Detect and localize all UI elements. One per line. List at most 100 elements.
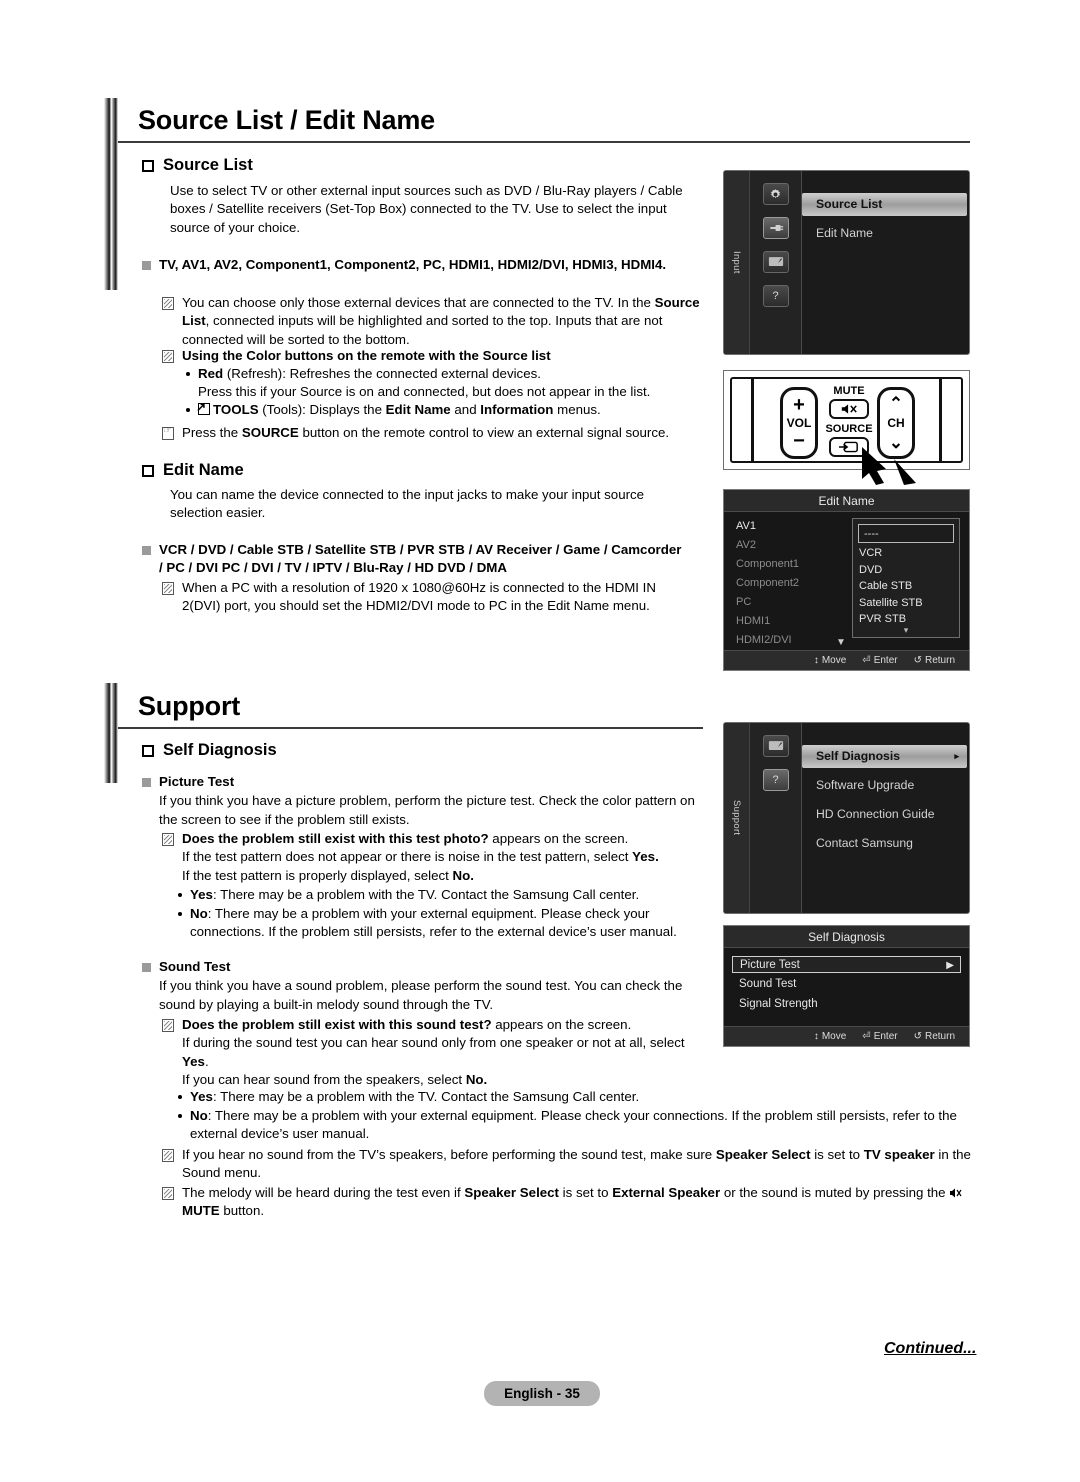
source-label: SOURCE bbox=[825, 423, 873, 435]
devices-heading-label: VCR / DVD / Cable STB / Satellite STB / … bbox=[159, 542, 682, 576]
bullet-tools-b1: Edit Name bbox=[385, 402, 451, 417]
setup-icon[interactable] bbox=[762, 251, 789, 273]
picture-note-bold: Does the problem still exist with this t… bbox=[182, 831, 489, 846]
note1-text-a: You can choose only those external devic… bbox=[182, 295, 655, 310]
osd-support-tab-label: Support bbox=[731, 800, 742, 836]
sound-no-bold: No bbox=[190, 1108, 208, 1123]
osd-edit-name-dialog[interactable]: Edit Name AV1 AV2 Component1 Component2 … bbox=[723, 489, 970, 671]
osd-support-menu[interactable]: Support ? Self Diagnosis ▸ Software Upgr… bbox=[723, 722, 970, 914]
plug-icon[interactable] bbox=[762, 217, 789, 239]
section-heading-source-list: Source List bbox=[142, 156, 253, 175]
chapter-bar-support bbox=[104, 683, 118, 783]
sd-row-sound-test[interactable]: Sound Test bbox=[732, 976, 961, 993]
remote-left-edge bbox=[751, 379, 754, 461]
mel-e: or the sound is muted by pressing the bbox=[720, 1185, 950, 1200]
osd-input-tab-label: Input bbox=[731, 251, 742, 274]
edit-name-input-pc[interactable]: PC bbox=[736, 596, 846, 608]
edit-name-note-text: When a PC with a resolution of 1920 x 10… bbox=[182, 580, 656, 614]
section-heading-self-diagnosis: Self Diagnosis bbox=[142, 741, 277, 760]
gear-icon[interactable] bbox=[762, 183, 789, 205]
square-bullet-icon bbox=[142, 546, 151, 555]
osd-item-edit-name[interactable]: Edit Name bbox=[802, 222, 969, 245]
mel-d: External Speaker bbox=[612, 1185, 721, 1200]
note-icon bbox=[162, 582, 174, 595]
bullet-red-line2: Press this if your Source is on and conn… bbox=[198, 384, 651, 400]
picture-yes-bold: Yes bbox=[190, 887, 213, 902]
note1-text-c: , connected inputs will be highlighted a… bbox=[182, 313, 663, 347]
osd-input-menu[interactable]: Input ? Source List Edit Name bbox=[723, 170, 970, 355]
edit-name-value-field[interactable]: ---- bbox=[858, 524, 954, 543]
note-icon bbox=[162, 1149, 174, 1162]
spk-c: is set to bbox=[810, 1147, 864, 1162]
question-icon[interactable]: ? bbox=[762, 769, 789, 791]
edit-name-note: When a PC with a resolution of 1920 x 10… bbox=[162, 579, 697, 616]
checkbox-bullet-icon bbox=[142, 160, 154, 172]
volume-rocker[interactable]: + VOL − bbox=[780, 387, 818, 459]
options-scroll-down-icon[interactable]: ▾ bbox=[853, 625, 959, 636]
page-title-support: Support bbox=[138, 691, 241, 721]
edit-name-option-vcr[interactable]: VCR bbox=[853, 545, 959, 562]
chapter-bar-source-list bbox=[104, 98, 118, 290]
dot-bullet-icon bbox=[178, 893, 182, 897]
edit-name-input-av2[interactable]: AV2 bbox=[736, 539, 846, 551]
sd-row-picture-test-label: Picture Test bbox=[740, 959, 800, 971]
picture-note-l2a: If the test pattern does not appear or t… bbox=[182, 849, 633, 865]
sd-row-signal-strength[interactable]: Signal Strength bbox=[732, 996, 961, 1013]
sound-note-l3b: No. bbox=[465, 1072, 488, 1088]
bullet-tools-b2: Information bbox=[480, 402, 554, 417]
move-label: Move bbox=[821, 1031, 847, 1042]
return-label: Return bbox=[924, 1031, 955, 1042]
edit-name-input-component1[interactable]: Component1 bbox=[736, 558, 846, 570]
edit-name-input-av1[interactable]: AV1 bbox=[736, 520, 846, 532]
bullet-tools-and: and bbox=[450, 402, 481, 417]
question-icon[interactable]: ? bbox=[762, 285, 789, 307]
note-icon bbox=[162, 1019, 174, 1032]
osd-support-items: Self Diagnosis ▸ Software Upgrade HD Con… bbox=[802, 723, 969, 913]
sd-row-picture-test[interactable]: Picture Test ▶ bbox=[732, 956, 961, 973]
mute-icon bbox=[949, 1186, 962, 1198]
enter-label: Enter bbox=[873, 1031, 898, 1042]
edit-name-option-satellite-stb[interactable]: Satellite STB bbox=[853, 595, 959, 612]
ch-label: CH bbox=[887, 416, 905, 430]
sound-test-no: No: There may be a problem with your ext… bbox=[178, 1107, 978, 1144]
osd-input-items: Source List Edit Name bbox=[802, 171, 969, 354]
mel-f: MUTE bbox=[182, 1203, 220, 1219]
setup-icon[interactable] bbox=[762, 735, 789, 757]
ch-up-label: ⌃ bbox=[888, 394, 904, 413]
square-bullet-icon bbox=[142, 963, 151, 972]
edit-name-option-dvd[interactable]: DVD bbox=[853, 562, 959, 579]
section-heading-label: Edit Name bbox=[163, 461, 244, 479]
remote-control-graphic: + VOL − MUTE SOURCE ⌃ CH ⌄ bbox=[723, 370, 970, 485]
osd-item-source-list[interactable]: Source List bbox=[802, 193, 967, 216]
source-list-body: Use to select TV or other external input… bbox=[170, 183, 683, 235]
dot-bullet-icon bbox=[186, 408, 190, 412]
continued-label: Continued... bbox=[884, 1340, 977, 1357]
hand-text-c: button on the remote control to view an … bbox=[298, 425, 670, 440]
return-label: Return bbox=[924, 655, 955, 666]
osd-edit-name-footer: ↕ Move ⏎ Enter ↺ Return bbox=[724, 650, 969, 670]
edit-name-option-cable-stb[interactable]: Cable STB bbox=[853, 578, 959, 595]
sound-note-l2c: . bbox=[204, 1053, 209, 1069]
osd-item-software-upgrade[interactable]: Software Upgrade bbox=[802, 774, 969, 797]
sound-note-bold: Does the problem still exist with this s… bbox=[182, 1017, 492, 1032]
osd-item-contact-samsung[interactable]: Contact Samsung bbox=[802, 832, 969, 855]
note-icon bbox=[162, 350, 174, 363]
osd-self-diagnosis-dialog[interactable]: Self Diagnosis Picture Test ▶ Sound Test… bbox=[723, 925, 970, 1047]
scroll-down-icon[interactable]: ▼ bbox=[836, 637, 846, 648]
mute-button[interactable] bbox=[829, 399, 869, 419]
osd-item-self-diagnosis[interactable]: Self Diagnosis ▸ bbox=[802, 745, 967, 768]
spk-a: If you hear no sound from the TV’s speak… bbox=[182, 1147, 716, 1162]
picture-note-l3a: If the test pattern is properly displaye… bbox=[182, 867, 453, 883]
sound-yes-rest: : There may be a problem with the TV. Co… bbox=[212, 1089, 640, 1104]
melody-note: The melody will be heard during the test… bbox=[162, 1184, 977, 1221]
sound-note-l2a: If during the sound test you can hear so… bbox=[182, 1035, 685, 1051]
devices-heading-row: VCR / DVD / Cable STB / Satellite STB / … bbox=[142, 539, 687, 578]
sound-test-yes: Yes: There may be a problem with the TV.… bbox=[178, 1088, 978, 1106]
page-number-badge: English - 35 bbox=[484, 1381, 600, 1406]
remote-right-edge bbox=[939, 379, 942, 461]
edit-name-input-component2[interactable]: Component2 bbox=[736, 577, 846, 589]
edit-name-input-hdmi1[interactable]: HDMI1 bbox=[736, 615, 846, 627]
edit-name-input-hdmi2dvi[interactable]: HDMI2/DVI bbox=[736, 634, 846, 646]
osd-item-hd-connection-guide[interactable]: HD Connection Guide bbox=[802, 803, 969, 826]
hand-text-b: SOURCE bbox=[241, 425, 299, 440]
